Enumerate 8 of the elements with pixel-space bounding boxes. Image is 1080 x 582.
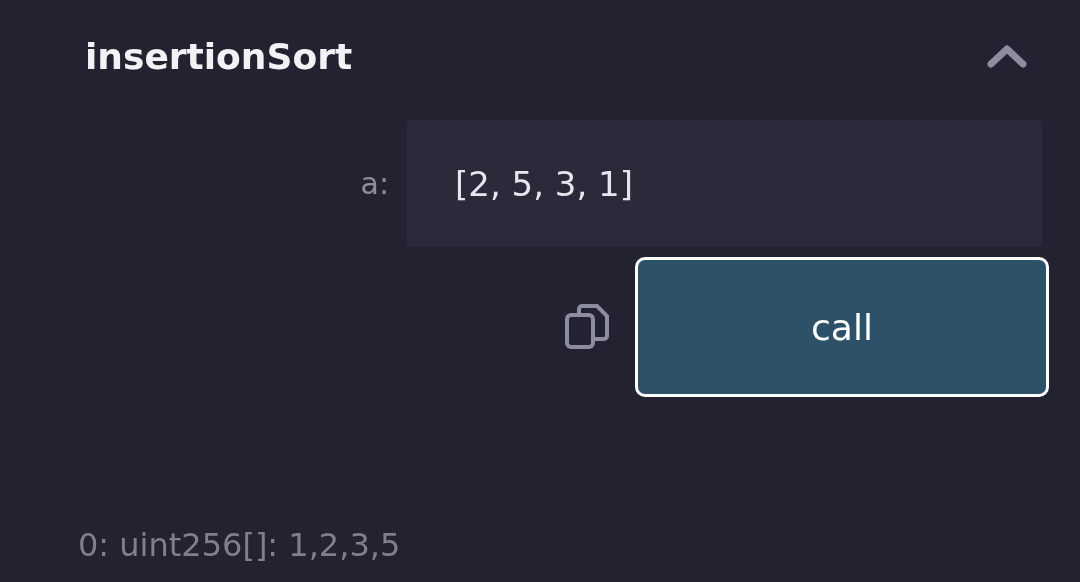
function-name: insertionSort <box>85 35 353 77</box>
output-text: 0: uint256[]: 1,2,3,5 <box>78 526 402 564</box>
parameter-input[interactable]: [2, 5, 3, 1] <box>407 120 1042 247</box>
collapse-toggle[interactable] <box>986 43 1028 69</box>
parameter-label: a: <box>360 166 389 201</box>
chevron-up-icon <box>986 43 1028 69</box>
copy-icon[interactable] <box>563 303 611 351</box>
call-button[interactable]: call <box>635 257 1049 397</box>
